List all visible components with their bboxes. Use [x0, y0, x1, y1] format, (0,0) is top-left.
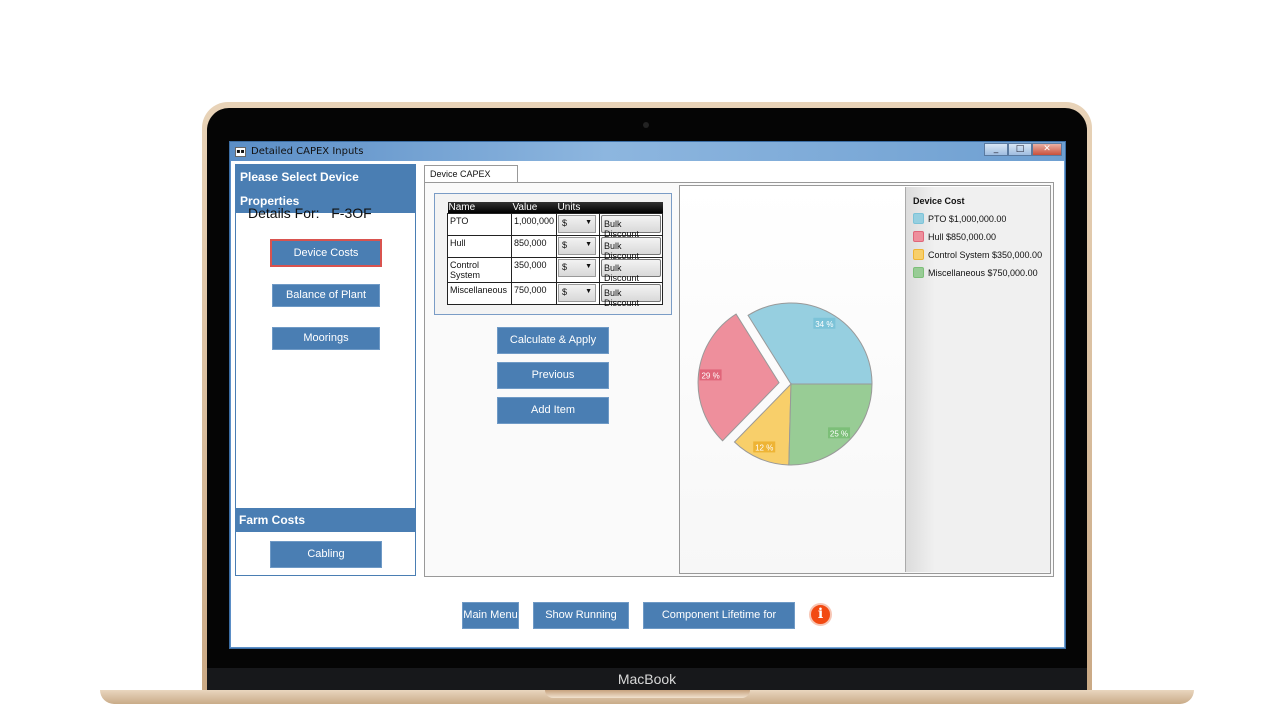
cell-value[interactable]: 1,000,000 — [510, 213, 558, 236]
pie-chart: 34 % 29 % 12 % 25 % — [697, 302, 873, 466]
component-lifetime-salvage-button[interactable]: Component Lifetime for Salvage — [643, 602, 795, 646]
cell-value[interactable]: 350,000 — [510, 257, 558, 283]
legend-item: PTO $1,000,000.00 — [913, 213, 1043, 224]
legend-label: Hull $850,000.00 — [928, 231, 997, 242]
units-value: $ — [562, 262, 568, 272]
chart-legend: Device Cost PTO $1,000,000.00 Hull $850,0… — [905, 187, 1050, 572]
cell-name: Hull — [447, 235, 512, 258]
units-select[interactable]: $ ▼ — [558, 215, 597, 233]
device-costs-button[interactable]: Device Costs — [270, 239, 382, 267]
maximize-button[interactable]: □ — [1008, 143, 1032, 156]
bulk-discount-button[interactable]: Bulk Discount — [601, 237, 661, 261]
caret-down-icon: ▼ — [585, 241, 593, 248]
legend-swatch — [913, 267, 924, 278]
bulk-discount-button[interactable]: Bulk Discount — [601, 284, 661, 308]
caret-down-icon: ▼ — [585, 219, 593, 226]
pie-slice-miscellaneous[interactable] — [788, 383, 873, 466]
legend-swatch — [913, 213, 924, 224]
units-value: $ — [562, 287, 568, 297]
legend-item: Hull $850,000.00 — [913, 231, 1043, 242]
legend-item: Control System $350,000.00 — [913, 249, 1043, 260]
legend-label: Miscellaneous $750,000.00 — [928, 267, 1038, 278]
cell-value[interactable]: 850,000 — [510, 235, 558, 258]
cell-name: Miscellaneous — [447, 282, 512, 305]
units-value: $ — [562, 218, 568, 228]
table-row: PTO 1,000,000 $ ▼ Bulk Discount — [447, 213, 663, 239]
table-header: Name Value Units — [447, 202, 663, 214]
col-action — [599, 202, 663, 214]
data-label-text: 29 % — [701, 371, 719, 380]
device-cost-chart: 34 % 29 % 12 % 25 % Device Cost PTO $1,000,… — [679, 185, 1051, 574]
table-row: Control System 350,000 $ ▼ Bulk Discount — [447, 257, 663, 283]
caret-down-icon: ▼ — [585, 263, 593, 270]
show-running-total-button[interactable]: Show Running Total — [533, 602, 629, 646]
tab-content: Name Value Units PTO 1,000,000 $ ▼ Bulk D… — [424, 182, 1054, 577]
table-row: Miscellaneous 750,000 $ ▼ Bulk Discount — [447, 282, 663, 308]
info-icon[interactable]: i — [809, 603, 832, 626]
farm-costs-header: Farm Costs — [235, 508, 416, 532]
data-label: 12 % — [753, 441, 776, 452]
details-value: F-3OF — [331, 205, 372, 221]
laptop-notch — [545, 690, 750, 698]
cell-name: Control System — [447, 257, 512, 283]
details-for: Details For: F-3OF — [248, 205, 372, 221]
data-label-text: 25 % — [830, 429, 848, 438]
data-label-text: 12 % — [755, 443, 773, 452]
bulk-discount-button[interactable]: Bulk Discount — [601, 259, 661, 283]
legend-label: PTO $1,000,000.00 — [928, 213, 1007, 224]
data-label: 25 % — [828, 427, 851, 439]
window-title: Detailed CAPEX Inputs — [251, 146, 364, 157]
minimize-button[interactable]: _ — [984, 143, 1008, 156]
cabling-button[interactable]: Cabling — [270, 541, 382, 568]
balance-of-plant-button[interactable]: Balance of Plant — [272, 284, 380, 307]
moorings-button[interactable]: Moorings — [272, 327, 380, 350]
add-item-button[interactable]: Add Item — [497, 397, 609, 424]
col-name: Name — [447, 202, 512, 214]
calculate-apply-button[interactable]: Calculate & Apply — [497, 327, 609, 354]
grid-container: Name Value Units PTO 1,000,000 $ ▼ Bulk D… — [434, 193, 672, 315]
legend-title: Device Cost — [913, 196, 965, 206]
app-icon: ▪▪ — [235, 147, 246, 157]
previous-button[interactable]: Previous — [497, 362, 609, 389]
laptop-brand: MacBook — [207, 668, 1087, 692]
legend-swatch — [913, 249, 924, 260]
units-select[interactable]: $ ▼ — [558, 237, 597, 255]
col-value: Value — [511, 202, 557, 214]
camera — [643, 122, 649, 128]
col-units: Units — [556, 202, 600, 214]
details-label: Details For: — [248, 205, 320, 221]
units-select[interactable]: $ ▼ — [558, 284, 597, 302]
caret-down-icon: ▼ — [585, 288, 593, 295]
tab-device-capex-inputs[interactable]: Device CAPEX Inputs — [424, 165, 518, 195]
title-bar: ▪▪ Detailed CAPEX Inputs — [230, 142, 1065, 161]
main-menu-button[interactable]: Main Menu — [462, 602, 519, 629]
data-label: 29 % — [699, 369, 722, 381]
close-button[interactable]: ✕ — [1032, 143, 1062, 156]
legend-label: Control System $350,000.00 — [928, 249, 1043, 260]
data-label: 34 % — [813, 317, 836, 329]
app-window: ▪▪ Detailed CAPEX Inputs _ □ ✕ Please Se… — [229, 141, 1066, 649]
units-value: $ — [562, 240, 568, 250]
units-select[interactable]: $ ▼ — [558, 259, 597, 277]
client-area: Please Select Device Properties Details … — [231, 161, 1064, 647]
legend-item: Miscellaneous $750,000.00 — [913, 267, 1043, 278]
capex-table: Name Value Units PTO 1,000,000 $ ▼ Bulk D… — [447, 202, 663, 308]
device-properties-panel: Please Select Device Properties Details … — [235, 164, 416, 576]
bulk-discount-button[interactable]: Bulk Discount — [601, 215, 661, 239]
cell-value[interactable]: 750,000 — [510, 282, 558, 305]
legend-swatch — [913, 231, 924, 242]
data-label-text: 34 % — [815, 320, 833, 329]
cell-name: PTO — [447, 213, 512, 236]
